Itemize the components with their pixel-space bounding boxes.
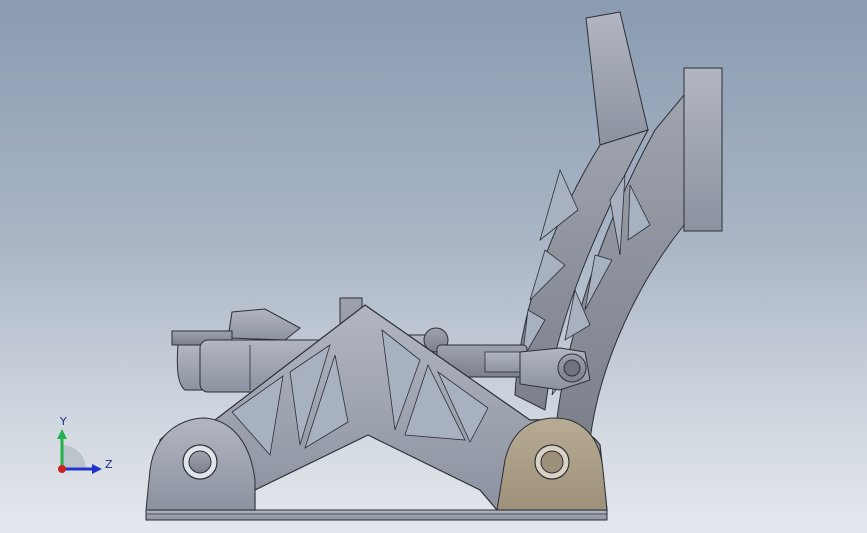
y-axis-arrowhead	[57, 429, 67, 439]
y-axis-label: Y	[59, 415, 67, 428]
rod-end-clevis[interactable]	[519, 347, 591, 391]
triad-quadrant	[62, 445, 86, 469]
z-axis-label: Z	[105, 458, 113, 471]
z-axis-arrowhead	[92, 464, 102, 474]
pedal-assembly-model[interactable]	[0, 0, 867, 533]
triad-origin	[58, 465, 66, 473]
base-plate[interactable]	[145, 509, 608, 521]
coordinate-triad: Y Z	[57, 415, 113, 474]
graphics-viewport[interactable]: Y Z	[0, 0, 867, 533]
